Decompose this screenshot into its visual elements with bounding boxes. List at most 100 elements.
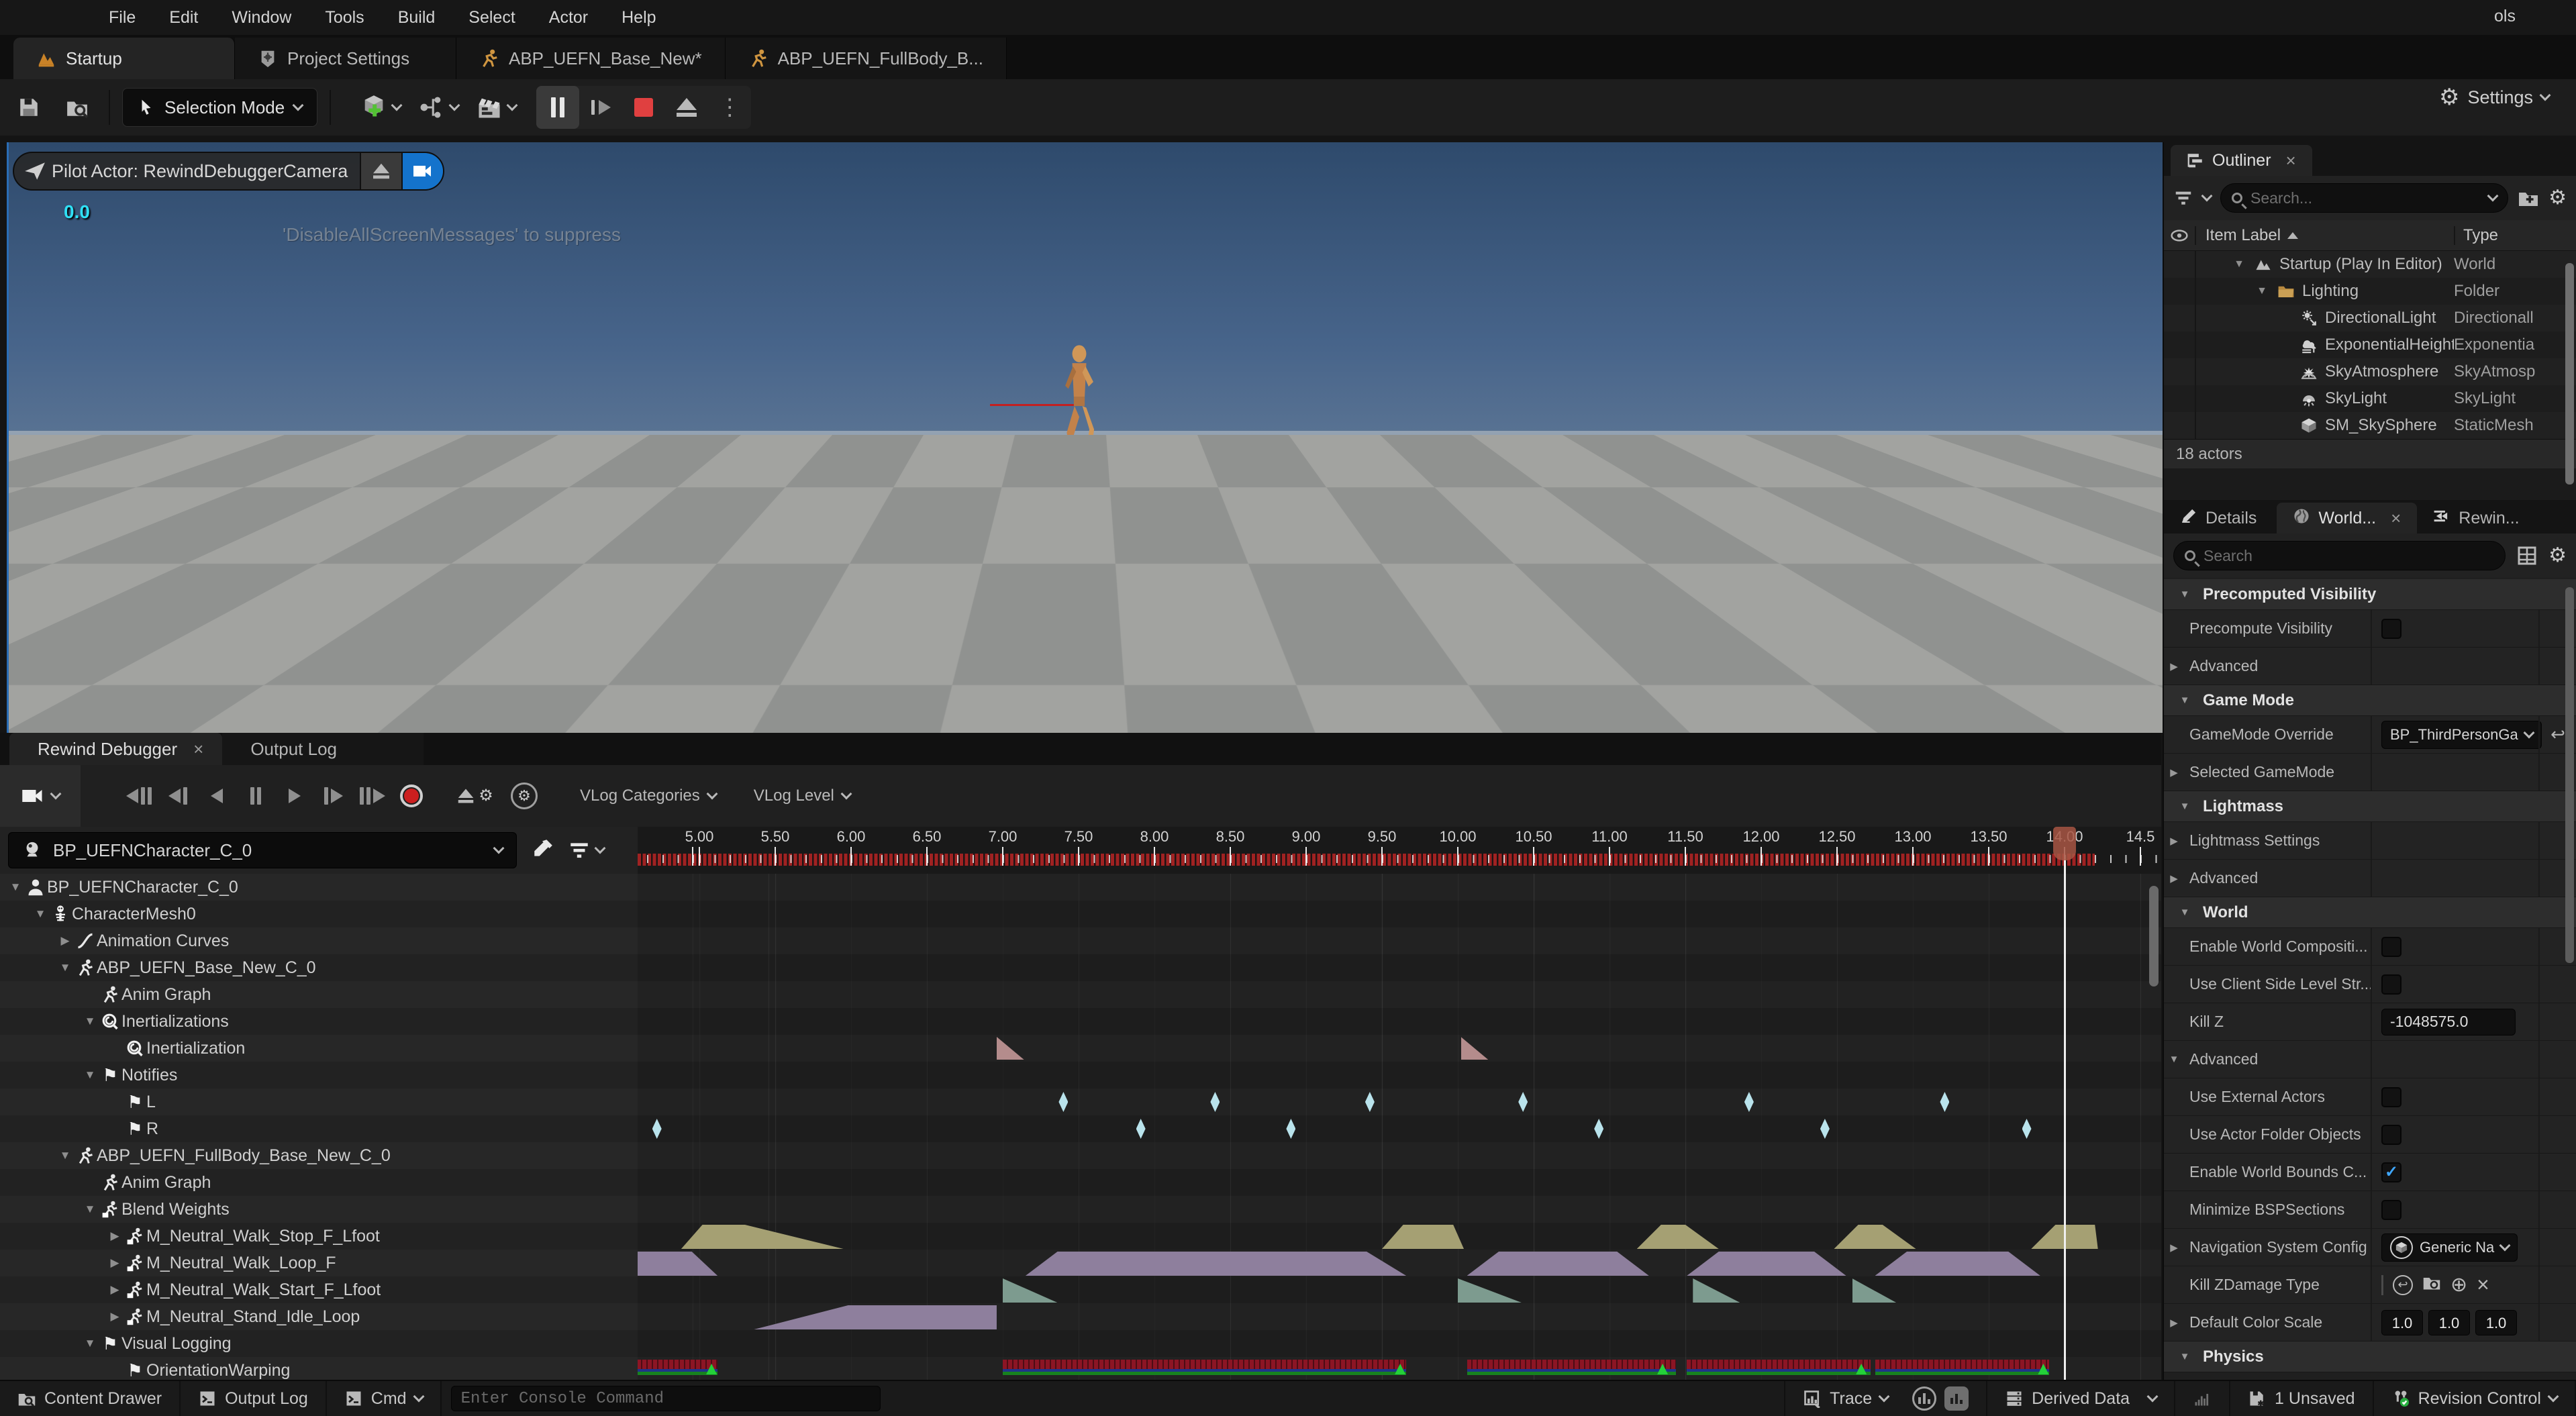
tree-row-anim-graph[interactable]: Anim Graph (0, 981, 638, 1008)
vector-component-input[interactable]: 1.0 (2428, 1310, 2470, 1335)
tab-outliner[interactable]: Outliner × (2171, 145, 2312, 176)
notify-event-marker[interactable] (1286, 1119, 1295, 1139)
menu-help[interactable]: Help (607, 4, 671, 32)
cinematics-dropdown[interactable] (476, 94, 516, 121)
record-button[interactable] (393, 778, 430, 814)
console-command-input[interactable] (451, 1386, 881, 1411)
tree-row-blend-weights[interactable]: ▼Blend Weights (0, 1196, 638, 1223)
tree-row-m-neutral-walk-loop-f[interactable]: ▶M_Neutral_Walk_Loop_F (0, 1250, 638, 1276)
checkbox[interactable] (2381, 1125, 2401, 1145)
settings-button[interactable]: ⚙ Settings (2439, 86, 2549, 109)
browse-content-button[interactable] (58, 88, 97, 127)
step-frame-button[interactable] (579, 86, 622, 129)
close-icon[interactable]: × (2286, 150, 2296, 171)
cmd-dropdown[interactable]: Cmd (327, 1381, 442, 1416)
item-label-column-header[interactable]: Item Label (2196, 226, 2454, 245)
notify-event-marker[interactable] (652, 1119, 662, 1139)
details-tab-details[interactable]: Details (2164, 503, 2273, 534)
eject-button[interactable] (665, 86, 708, 129)
output-log-button[interactable]: Output Log (181, 1381, 327, 1416)
notify-event-marker[interactable] (1136, 1119, 1146, 1139)
row-visibility-cell[interactable] (2164, 412, 2196, 439)
tree-row-m-neutral-walk-stop-f-lfoot[interactable]: ▶M_Neutral_Walk_Stop_F_Lfoot (0, 1223, 638, 1250)
play-options-button[interactable]: ⋮ (708, 86, 751, 129)
notify-event-marker[interactable] (1058, 1092, 1068, 1112)
visual-logger-settings-button[interactable]: ⚙ (506, 778, 542, 814)
asset-tab-startup[interactable]: Startup (13, 38, 235, 79)
notify-event-marker[interactable] (2022, 1119, 2032, 1139)
blueprints-dropdown[interactable] (418, 94, 458, 121)
value-dropdown[interactable]: BP_ThirdPersonGa (2381, 721, 2542, 749)
selection-mode-dropdown[interactable]: Selection Mode (122, 88, 317, 127)
derived-data-dropdown[interactable]: Derived Data (1987, 1381, 2175, 1416)
debug-target-dropdown[interactable]: BP_UEFNCharacter_C_0 (8, 832, 517, 868)
jump-to-start-button[interactable] (121, 778, 157, 814)
checkbox[interactable] (2381, 1200, 2401, 1220)
tree-row-abp-uefn-fullbody-base-new-c-0[interactable]: ▼ABP_UEFN_FullBody_Base_New_C_0 (0, 1142, 638, 1169)
vlog-categories-dropdown[interactable]: VLog Categories (580, 787, 716, 805)
notify-event-marker[interactable] (1744, 1092, 1754, 1112)
section-world[interactable]: ▼World (2164, 897, 2576, 928)
trace-snapshot-button[interactable] (1944, 1386, 1969, 1411)
menu-select[interactable]: Select (454, 4, 530, 32)
expander-down-icon[interactable]: ▼ (32, 907, 49, 921)
row-visibility-cell[interactable] (2164, 358, 2196, 385)
play-reverse-button[interactable] (199, 778, 235, 814)
notify-event-marker[interactable] (1820, 1119, 1830, 1139)
camera-mode-dropdown[interactable] (0, 765, 81, 827)
expander-down-icon[interactable]: ▼ (2254, 285, 2270, 297)
notify-event-marker[interactable] (1210, 1092, 1220, 1112)
trace-dropdown[interactable]: Trace (1784, 1381, 1987, 1416)
row-visibility-cell[interactable] (2164, 332, 2196, 358)
camera-view-toggle[interactable] (401, 152, 443, 191)
row-visibility-cell[interactable] (2164, 251, 2196, 278)
expander-down-icon[interactable]: ▼ (2175, 801, 2195, 812)
asset-tab-project-settings[interactable]: Project Settings (235, 38, 456, 79)
gear-icon[interactable]: ⚙ (2548, 546, 2567, 566)
menu-edit[interactable]: Edit (154, 4, 213, 32)
tree-row-inertialization[interactable]: Inertialization (0, 1035, 638, 1062)
vlog-level-dropdown[interactable]: VLog Level (754, 787, 850, 805)
outliner-row-startup-play-in-editor-[interactable]: ▼Startup (Play In Editor)World (2164, 251, 2576, 278)
expander-right-icon[interactable]: ▶ (106, 1310, 123, 1323)
expander-right-icon[interactable]: ▶ (2164, 872, 2184, 884)
tree-row-r[interactable]: ⚑R (0, 1115, 638, 1142)
details-scrollbar[interactable] (2565, 587, 2574, 963)
expander-right-icon[interactable]: ▶ (2164, 1317, 2184, 1329)
unsaved-indicator[interactable]: 1 Unsaved (2230, 1381, 2374, 1416)
expander-down-icon[interactable]: ▼ (81, 1015, 99, 1028)
tree-row-bp-uefncharacter-c-0[interactable]: ▼BP_UEFNCharacter_C_0 (0, 874, 638, 901)
stop-button[interactable] (622, 86, 665, 129)
stop-piloting-button[interactable] (360, 152, 401, 191)
row-visibility-cell[interactable] (2164, 385, 2196, 412)
tree-row-orientationwarping[interactable]: ⚑OrientationWarping (0, 1357, 638, 1380)
gear-icon[interactable]: ⚙ (2548, 188, 2567, 208)
section-precomputed-visibility[interactable]: ▼Precomputed Visibility (2164, 579, 2576, 610)
checkbox[interactable] (2381, 974, 2401, 995)
row-visibility-cell[interactable] (2164, 305, 2196, 332)
expander-down-icon[interactable]: ▼ (2164, 1054, 2184, 1065)
plus-circle-icon[interactable]: ⊕ (2450, 1273, 2467, 1297)
outliner-row-skyatmosphere[interactable]: SkyAtmosphereSkyAtmosp (2164, 358, 2576, 385)
expander-down-icon[interactable]: ▼ (2231, 258, 2247, 270)
expander-right-icon[interactable]: ▶ (106, 1229, 123, 1243)
step-forward-button[interactable] (315, 778, 352, 814)
timeline-ruler[interactable]: 5.005.506.006.507.007.508.008.509.009.50… (638, 827, 2161, 874)
tree-row-charactermesh0[interactable]: ▼CharacterMesh0 (0, 901, 638, 927)
notify-event-marker[interactable] (1518, 1092, 1528, 1112)
pause-button[interactable] (238, 778, 274, 814)
expander-down-icon[interactable]: ▼ (81, 1068, 99, 1082)
jump-to-end-button[interactable] (354, 778, 391, 814)
expander-down-icon[interactable]: ▼ (2175, 1351, 2195, 1362)
tree-row-abp-uefn-base-new-c-0[interactable]: ▼ABP_UEFN_Base_New_C_0 (0, 954, 638, 981)
tree-row-visual-logging[interactable]: ▼⚑Visual Logging (0, 1330, 638, 1357)
details-tab-rewin-[interactable]: Rewin... (2417, 503, 2535, 534)
expander-down-icon[interactable]: ▼ (2175, 695, 2195, 706)
checkbox[interactable] (2381, 619, 2401, 639)
tree-row-m-neutral-stand-idle-loop[interactable]: ▶M_Neutral_Stand_Idle_Loop (0, 1303, 638, 1330)
outliner-row-skylight[interactable]: SkyLightSkyLight (2164, 385, 2576, 412)
play-button[interactable] (277, 778, 313, 814)
outliner-scrollbar[interactable] (2565, 263, 2574, 485)
value-dropdown[interactable]: Generic Na (2381, 1233, 2518, 1262)
content-drawer-button[interactable]: Content Drawer (0, 1381, 181, 1416)
